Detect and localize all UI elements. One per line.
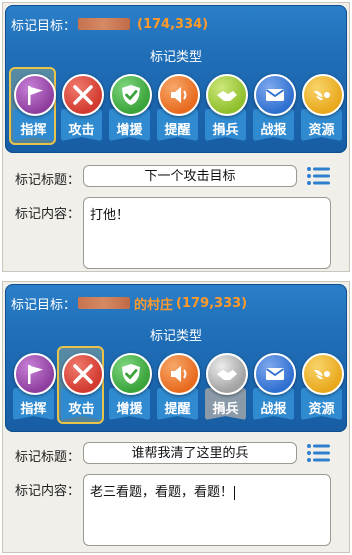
flag-icon xyxy=(14,74,56,116)
mark-type-label: 资源 xyxy=(308,123,335,138)
wings-icon xyxy=(302,74,344,116)
mark-type-label: 战报 xyxy=(260,123,287,138)
handshake-icon xyxy=(206,74,248,116)
target-coordinates: (174,334) xyxy=(137,16,209,32)
mark-panel-1: 标记目标： (174,334) 标记类型 指挥 攻击 增援 提醒 捐兵 战报 资… xyxy=(2,2,350,272)
mark-type-title: 标记类型 xyxy=(149,329,202,344)
handshake-icon xyxy=(206,353,248,395)
list-icon[interactable] xyxy=(306,442,332,464)
mark-type-reinforce[interactable]: 增援 xyxy=(107,350,152,424)
mark-title-input[interactable]: 谁帮我清了这里的兵 xyxy=(83,442,297,464)
wings-icon xyxy=(302,353,344,395)
mark-content-label: 标记内容： xyxy=(15,207,81,222)
mark-type-title: 标记类型 xyxy=(149,50,202,65)
shield-check-icon xyxy=(110,353,152,395)
mark-content-text: 老三看题，看题，看题！ xyxy=(90,485,234,500)
mark-target-label: 标记目标： xyxy=(11,297,77,313)
mark-content-text: 打他！ xyxy=(90,208,130,223)
mark-type-label: 战报 xyxy=(260,402,287,417)
redacted-player-name xyxy=(78,297,131,309)
crossed-swords-icon xyxy=(62,353,104,395)
mark-type-remind[interactable]: 提醒 xyxy=(155,350,200,424)
mark-type-command[interactable]: 指挥 xyxy=(11,350,56,424)
mark-type-attack[interactable]: 攻击 xyxy=(57,346,104,424)
list-icon[interactable] xyxy=(306,165,332,187)
envelope-icon xyxy=(254,74,296,116)
mark-type-label: 指挥 xyxy=(20,123,47,138)
mark-type-label: 增援 xyxy=(116,123,143,138)
mark-type-report[interactable]: 战报 xyxy=(251,350,296,424)
mark-type-attack[interactable]: 攻击 xyxy=(59,71,104,145)
mark-type-remind[interactable]: 提醒 xyxy=(155,71,200,145)
mark-type-label: 提醒 xyxy=(164,402,191,417)
mark-type-resource[interactable]: 资源 xyxy=(299,71,344,145)
speaker-icon xyxy=(158,74,200,116)
mark-type-command[interactable]: 指挥 xyxy=(9,67,56,145)
mark-type-label: 捐兵 xyxy=(212,402,239,417)
mark-type-label: 指挥 xyxy=(20,402,47,417)
flag-icon xyxy=(14,353,56,395)
target-coordinates: (179,333) xyxy=(176,295,248,311)
envelope-icon xyxy=(254,353,296,395)
mark-target-row: 标记目标： 的村庄 (179,333) xyxy=(11,293,247,313)
village-suffix: 的村庄 xyxy=(134,297,174,313)
mark-type-selector: 指挥 攻击 增援 提醒 捐兵 战报 资源 xyxy=(11,346,344,424)
mark-content-input[interactable]: 老三看题，看题，看题！ xyxy=(83,474,331,546)
mark-content-input[interactable]: 打他！ xyxy=(83,197,331,269)
mark-type-label: 增援 xyxy=(116,402,143,417)
mark-header-banner: 标记目标： 的村庄 (179,333) 标记类型 指挥 攻击 增援 提醒 捐兵 … xyxy=(5,284,347,432)
mark-type-reinforce[interactable]: 增援 xyxy=(107,71,152,145)
mark-title-label: 标记标题： xyxy=(15,450,81,465)
mark-type-label: 攻击 xyxy=(68,123,95,138)
mark-type-label: 攻击 xyxy=(68,402,95,417)
mark-target-row: 标记目标： (174,334) xyxy=(11,14,208,34)
redacted-player-name xyxy=(78,18,131,30)
mark-type-selector: 指挥 攻击 增援 提醒 捐兵 战报 资源 xyxy=(9,67,344,145)
mark-target-label: 标记目标： xyxy=(11,18,77,34)
mark-type-label: 捐兵 xyxy=(212,123,239,138)
mark-type-label: 提醒 xyxy=(164,123,191,138)
mark-title-input[interactable]: 下一个攻击目标 xyxy=(83,165,297,187)
mark-type-donate[interactable]: 捐兵 xyxy=(203,71,248,145)
mark-type-report[interactable]: 战报 xyxy=(251,71,296,145)
mark-title-label: 标记标题： xyxy=(15,173,81,188)
mark-type-resource[interactable]: 资源 xyxy=(299,350,344,424)
speaker-icon xyxy=(158,353,200,395)
crossed-swords-icon xyxy=(62,74,104,116)
mark-type-label: 资源 xyxy=(308,402,335,417)
mark-panel-2: 标记目标： 的村庄 (179,333) 标记类型 指挥 攻击 增援 提醒 捐兵 … xyxy=(2,281,350,553)
mark-type-donate[interactable]: 捐兵 xyxy=(203,350,248,424)
shield-check-icon xyxy=(110,74,152,116)
mark-content-label: 标记内容： xyxy=(15,484,81,499)
text-caret xyxy=(234,485,236,500)
mark-header-banner: 标记目标： (174,334) 标记类型 指挥 攻击 增援 提醒 捐兵 战报 资… xyxy=(5,5,347,153)
